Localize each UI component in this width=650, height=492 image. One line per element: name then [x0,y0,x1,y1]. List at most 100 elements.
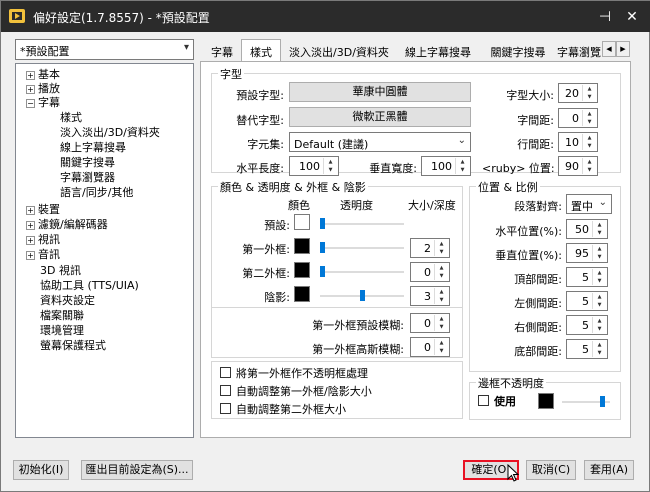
tree-item-language-sync[interactable]: 語言/同步/其他 [60,186,133,200]
tab-scroll-left-icon[interactable]: ◀ [602,41,616,57]
close-icon[interactable]: ✕ [621,6,643,28]
outline1-gaussian-blur-label: 第一外框高斯模糊: [312,343,404,356]
shadow-label: 陰影: [264,291,290,304]
expand-icon[interactable]: + [26,236,35,245]
alt-font-label: 替代字型: [236,114,284,127]
tree-item-subtitle-browser[interactable]: 字幕瀏覽器 [60,171,115,185]
tree-item-playback[interactable]: + 播放 [26,82,60,96]
tree-item-filters-codecs[interactable]: + 濾鏡/編解碼器 [26,218,108,232]
vscale-stepper[interactable]: 100 ▲ ▼ [421,156,471,176]
expand-icon[interactable]: + [26,71,35,80]
app-icon [9,9,25,23]
alignment-label: 段落對齊: [514,200,562,213]
initialize-button[interactable]: 初始化(I) [13,460,69,480]
right-margin-stepper[interactable]: 5 ▲ ▼ [566,315,608,335]
expand-icon[interactable]: + [26,251,35,260]
letter-spacing-stepper[interactable]: 0 ▲ ▼ [558,108,598,128]
expand-icon[interactable]: + [26,206,35,215]
tab-subtitle-browser[interactable]: 字幕瀏覽 [557,42,601,61]
tree-item-style[interactable]: 樣式 [60,111,82,125]
pin-icon[interactable]: ⊣ [594,6,616,28]
charset-select[interactable]: Default (建議) ⌄ [289,132,471,152]
use-border-opacity-label[interactable]: 使用 [494,393,516,409]
font-size-stepper[interactable]: 20 ▲ ▼ [558,83,598,103]
outline1-label: 第一外框: [242,243,290,256]
tree-item-audio[interactable]: + 音訊 [26,248,60,262]
tab-subtitles[interactable]: 字幕 [203,42,241,61]
collapse-icon[interactable]: − [26,99,35,108]
color-group-title: 顏色 & 透明度 & 外框 & 陰影 [218,179,368,195]
tree-item-video[interactable]: + 視訊 [26,233,60,247]
left-margin-stepper[interactable]: 5 ▲ ▼ [566,291,608,311]
title-bar[interactable]: 偏好設定(1.7.8557) - *預設配置 ⊣ ✕ [1,1,650,32]
tree-item-accessibility[interactable]: 協助工具 (TTS/UIA) [40,279,139,293]
tree-item-devices[interactable]: + 裝置 [26,203,60,217]
tab-strip: 字幕 樣式 淡入淡出/3D/資料夾 線上字幕搜尋 關鍵字搜尋 字幕瀏覽 ◀ ▶ [199,39,631,63]
tree-item-folder-settings[interactable]: 資料夾設定 [40,294,95,308]
bottom-margin-stepper[interactable]: 5 ▲ ▼ [566,339,608,359]
opaque-box-checkbox[interactable] [220,367,231,378]
apply-button[interactable]: 套用(A) [584,460,634,480]
line-spacing-label: 行間距: [517,138,554,151]
tree-item-online-search[interactable]: 線上字幕搜尋 [60,141,126,155]
profile-select[interactable]: *預設配置 ▾ [15,39,194,60]
outline1-color-swatch[interactable] [294,238,310,254]
auto-outline2-checkbox[interactable] [220,403,231,414]
ruby-position-stepper[interactable]: 90 ▲ ▼ [558,156,598,176]
tree-item-3d-video[interactable]: 3D 視訊 [40,264,81,278]
tree-item-fade-3d-folder[interactable]: 淡入淡出/3D/資料夾 [60,126,160,140]
outline1-gaussian-blur-stepper[interactable]: 0 ▲ ▼ [410,337,450,357]
hscale-stepper[interactable]: 100 ▲ ▼ [289,156,339,176]
outline1-size-stepper[interactable]: 2 ▲ ▼ [410,238,450,258]
position-group-title: 位置 & 比例 [476,179,540,195]
cancel-button[interactable]: 取消(C) [526,460,576,480]
top-margin-stepper[interactable]: 5 ▲ ▼ [566,267,608,287]
divider [212,307,462,308]
line-spacing-stepper[interactable]: 10 ▲ ▼ [558,132,598,152]
alignment-select[interactable]: 置中 ⌄ [566,194,612,214]
alt-font-button[interactable]: 微軟正黑體 [289,107,471,127]
auto-outline-shadow-checkbox[interactable] [220,385,231,396]
tab-online-search[interactable]: 線上字幕搜尋 [397,42,479,61]
tree-item-subtitles[interactable]: − 字幕 [26,96,60,110]
auto-outline2-label[interactable]: 自動調整第二外框大小 [236,401,346,417]
border-opacity-slider[interactable] [562,396,610,408]
opacity-column-header: 透明度 [340,199,373,212]
chevron-down-icon: ▾ [183,42,189,53]
shadow-color-swatch[interactable] [294,286,310,302]
top-margin-label: 頂部間距: [514,273,562,286]
tree-item-screensaver[interactable]: 螢幕保護程式 [40,339,106,353]
use-border-opacity-checkbox[interactable] [478,395,489,406]
border-opacity-group: 邊框不透明度 使用 [469,375,621,420]
vpos-stepper[interactable]: 95 ▲ ▼ [566,243,608,263]
tab-scroll-right-icon[interactable]: ▶ [616,41,630,57]
expand-icon[interactable]: + [26,221,35,230]
default-opacity-slider[interactable] [320,218,404,230]
tree-item-basic[interactable]: + 基本 [26,68,60,82]
expand-icon[interactable]: + [26,85,35,94]
tree-item-file-association[interactable]: 檔案關聯 [40,309,84,323]
outline2-color-swatch[interactable] [294,262,310,278]
outline2-size-stepper[interactable]: 0 ▲ ▼ [410,262,450,282]
tab-keyword-search[interactable]: 關鍵字搜尋 [481,42,555,61]
default-color-swatch[interactable] [294,214,310,230]
outline2-opacity-slider[interactable] [320,266,404,278]
settings-tree[interactable]: + 基本 + 播放 − 字幕 樣式 淡入淡出/3D/資料夾 線上字幕搜尋 關鍵字搜尋 … [15,63,194,438]
tree-item-keyword-search[interactable]: 關鍵字搜尋 [60,156,115,170]
primary-font-button[interactable]: 華康中圓體 [289,82,471,102]
letter-spacing-label: 字間距: [517,114,554,127]
shadow-size-stepper[interactable]: 3 ▲ ▼ [410,286,450,306]
outline1-blur-label: 第一外框預設模糊: [312,319,404,332]
shadow-opacity-slider[interactable] [320,290,404,302]
tree-item-environment[interactable]: 環境管理 [40,324,84,338]
auto-outline-shadow-label[interactable]: 自動調整第一外框/陰影大小 [236,383,372,399]
border-color-swatch[interactable] [538,393,554,409]
opaque-box-label[interactable]: 將第一外框作不透明框處理 [236,365,368,381]
hpos-stepper[interactable]: 50 ▲ ▼ [566,219,608,239]
tab-style[interactable]: 樣式 [241,39,281,63]
export-settings-button[interactable]: 匯出目前設定為(S)... [81,460,193,480]
outline1-blur-stepper[interactable]: 0 ▲ ▼ [410,313,450,333]
outline1-opacity-slider[interactable] [320,242,404,254]
mouse-cursor-icon [507,464,519,482]
tab-fade-3d-folder[interactable]: 淡入淡出/3D/資料夾 [283,42,395,61]
